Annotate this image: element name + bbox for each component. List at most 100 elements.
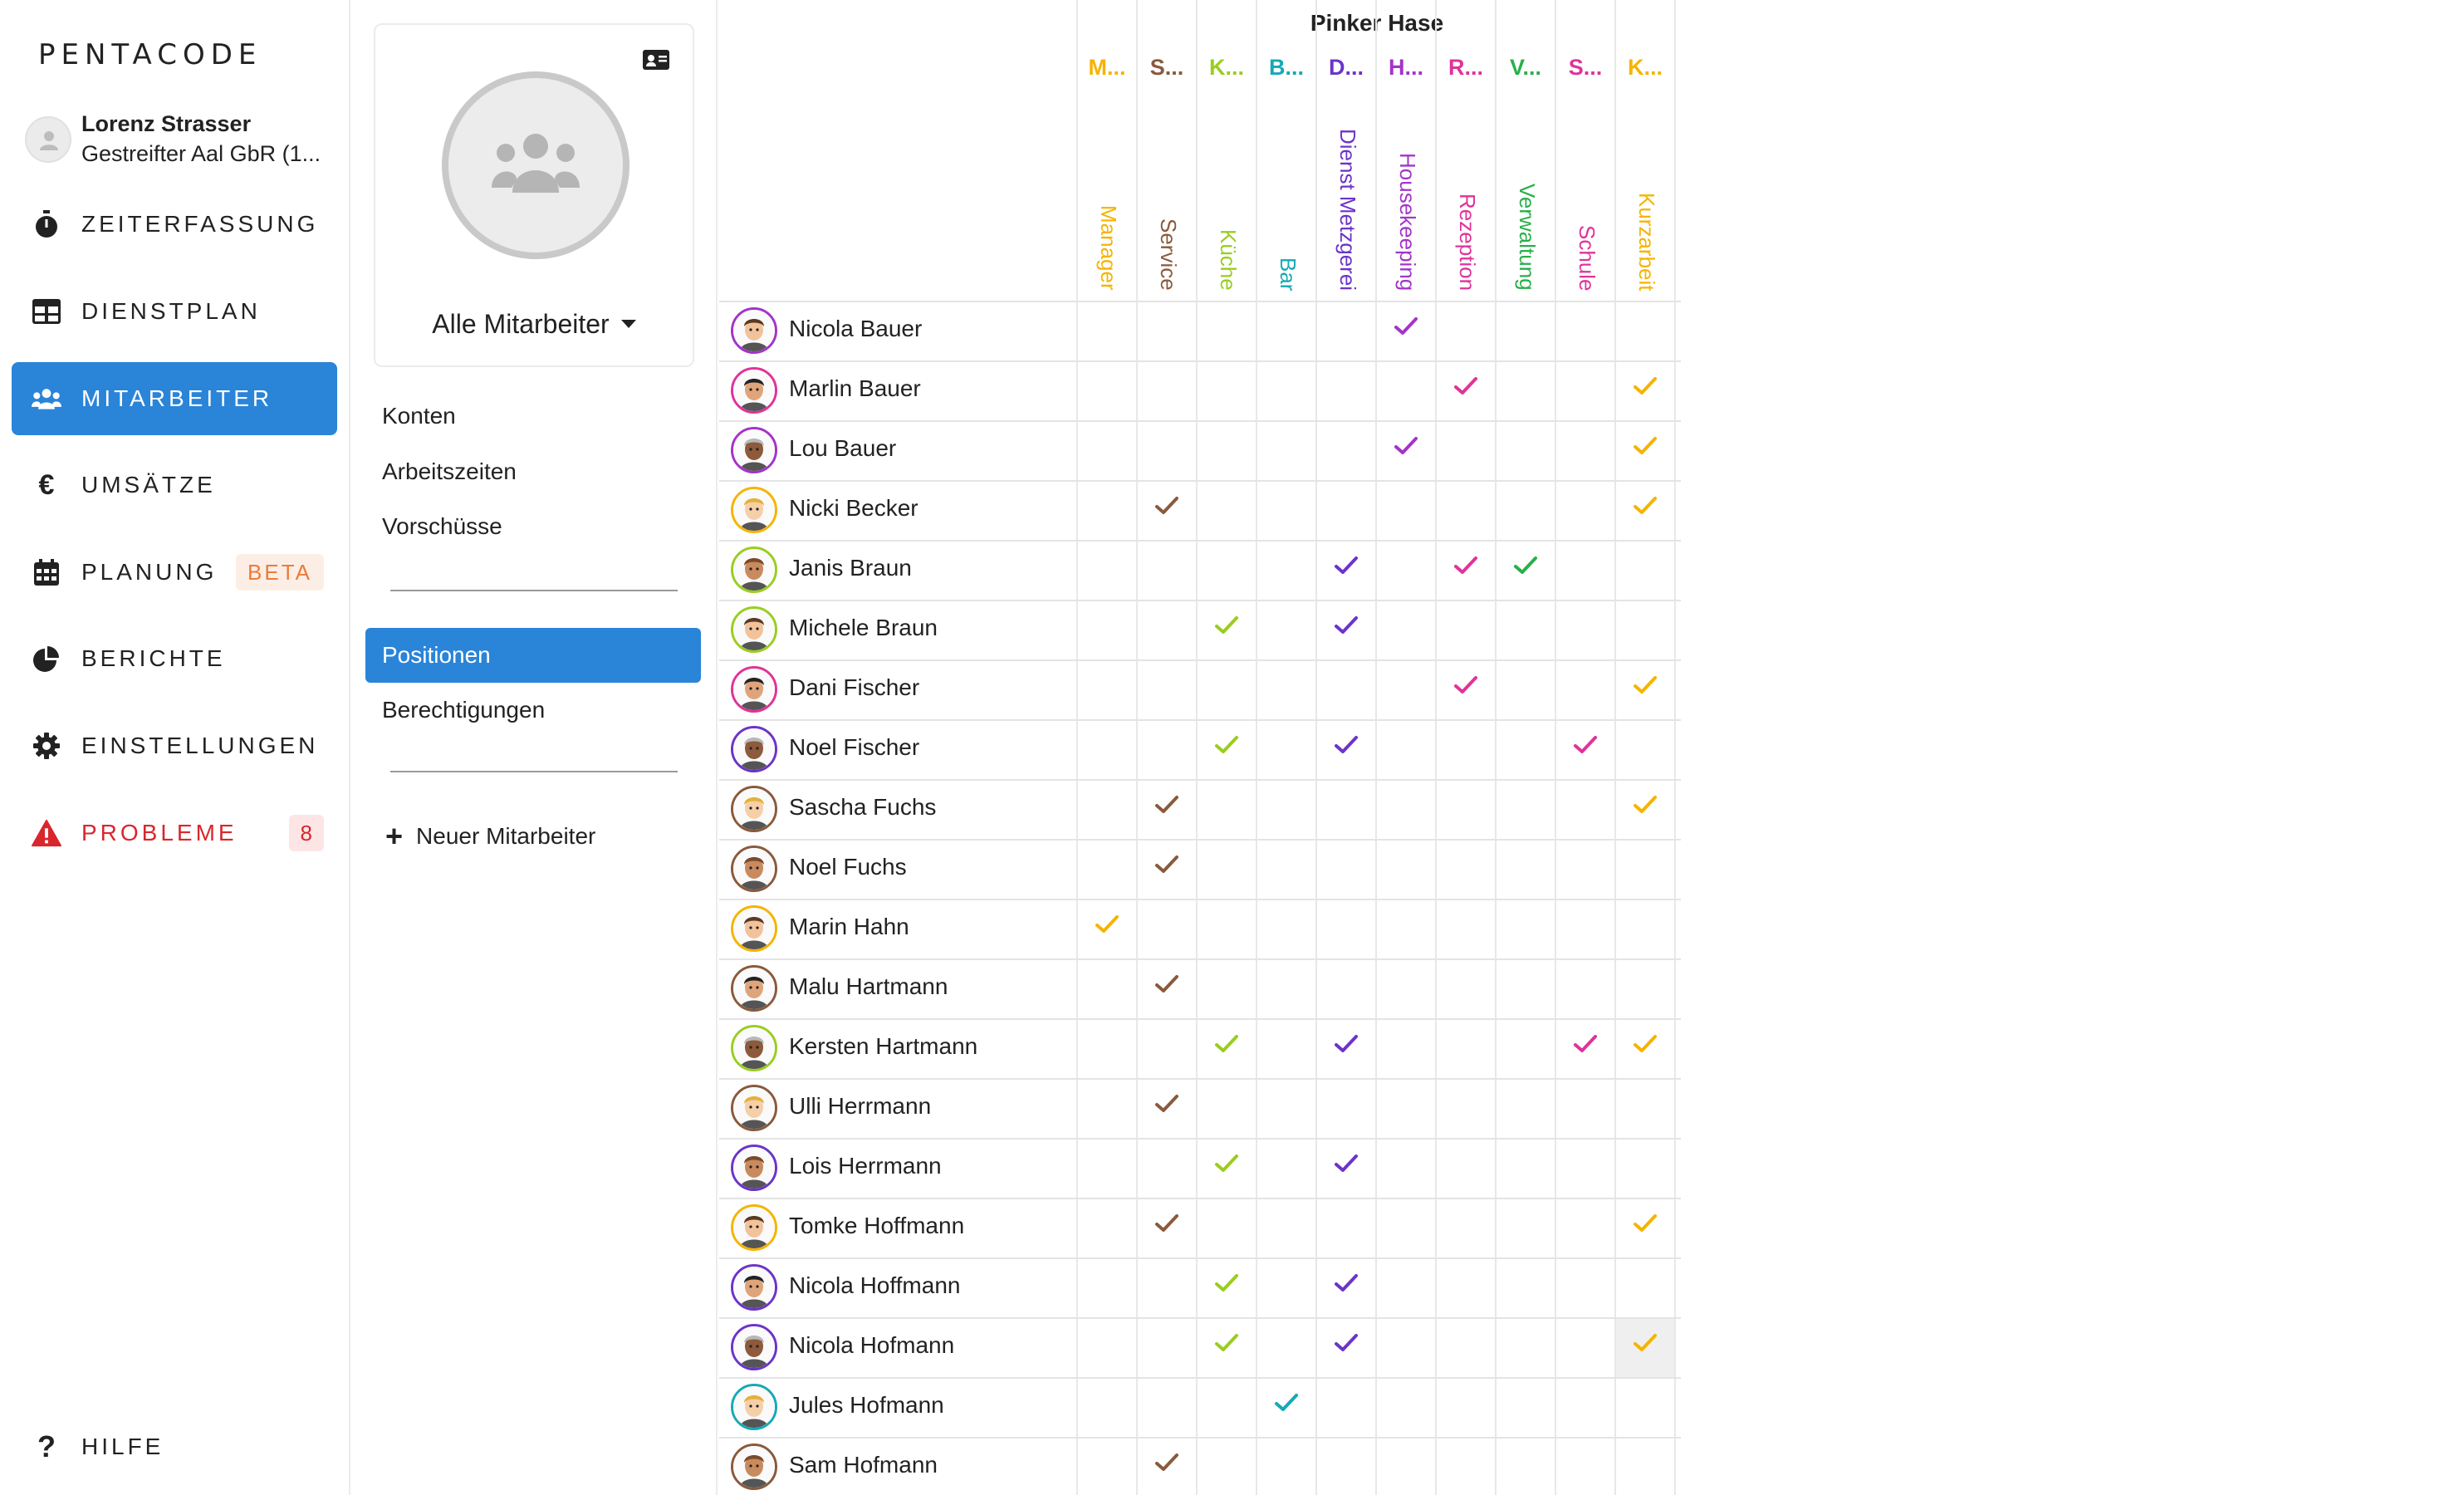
submenu-item-positionen[interactable]: Positionen bbox=[365, 628, 701, 683]
position-cell[interactable] bbox=[1555, 674, 1615, 704]
position-cell[interactable] bbox=[1615, 316, 1675, 346]
position-cell[interactable] bbox=[1615, 1213, 1675, 1243]
position-cell[interactable] bbox=[1436, 1272, 1496, 1302]
employee-avatar[interactable] bbox=[731, 965, 777, 1012]
position-cell[interactable] bbox=[1436, 1452, 1496, 1482]
position-cell[interactable] bbox=[1137, 734, 1197, 764]
position-cell[interactable] bbox=[1496, 1272, 1555, 1302]
position-cell[interactable] bbox=[1077, 495, 1137, 525]
position-cell[interactable] bbox=[1197, 1033, 1256, 1063]
position-cell[interactable] bbox=[1615, 914, 1675, 944]
employee-filter-dropdown[interactable]: Alle Mitarbeiter bbox=[375, 309, 693, 340]
position-cell[interactable] bbox=[1436, 854, 1496, 884]
position-header[interactable]: Bar bbox=[1256, 93, 1316, 291]
position-cell[interactable] bbox=[1496, 615, 1555, 645]
position-cell[interactable] bbox=[1376, 1392, 1436, 1422]
position-cell[interactable] bbox=[1555, 495, 1615, 525]
position-header[interactable]: Schule bbox=[1555, 93, 1615, 292]
position-cell[interactable] bbox=[1555, 1332, 1615, 1362]
position-header[interactable]: Service bbox=[1137, 93, 1197, 291]
position-cell[interactable] bbox=[1496, 1033, 1555, 1063]
position-cell[interactable] bbox=[1137, 1213, 1197, 1243]
nav-item-dienstplan[interactable]: Dienstplan bbox=[12, 275, 337, 348]
position-cell[interactable] bbox=[1615, 495, 1675, 525]
position-cell[interactable] bbox=[1555, 973, 1615, 1003]
position-cell[interactable] bbox=[1197, 1272, 1256, 1302]
position-cell[interactable] bbox=[1555, 794, 1615, 824]
position-cell[interactable] bbox=[1496, 674, 1555, 704]
position-cell[interactable] bbox=[1137, 674, 1197, 704]
position-cell[interactable] bbox=[1615, 1332, 1675, 1362]
position-cell[interactable] bbox=[1077, 674, 1137, 704]
position-cell[interactable] bbox=[1197, 495, 1256, 525]
position-cell[interactable] bbox=[1376, 734, 1436, 764]
position-cell[interactable] bbox=[1256, 316, 1316, 346]
employee-avatar[interactable] bbox=[731, 427, 777, 473]
position-cell[interactable] bbox=[1316, 1153, 1376, 1183]
employee-avatar[interactable] bbox=[731, 846, 777, 892]
position-cell[interactable] bbox=[1137, 1093, 1197, 1123]
id-card-icon[interactable] bbox=[643, 50, 669, 74]
position-cell[interactable] bbox=[1077, 1272, 1137, 1302]
position-cell[interactable] bbox=[1197, 555, 1256, 585]
employee-name[interactable]: Tomke Hoffmann bbox=[789, 1213, 964, 1239]
employee-name[interactable]: Lou Bauer bbox=[789, 435, 896, 462]
position-cell[interactable] bbox=[1316, 615, 1376, 645]
position-cell[interactable] bbox=[1256, 615, 1316, 645]
position-cell[interactable] bbox=[1077, 1213, 1137, 1243]
position-cell[interactable] bbox=[1256, 555, 1316, 585]
position-cell[interactable] bbox=[1555, 1213, 1615, 1243]
position-cell[interactable] bbox=[1376, 1213, 1436, 1243]
position-cell[interactable] bbox=[1615, 734, 1675, 764]
position-header[interactable]: Kurzarbeit bbox=[1615, 93, 1675, 292]
position-cell[interactable] bbox=[1496, 1332, 1555, 1362]
position-cell[interactable] bbox=[1316, 375, 1376, 405]
position-cell[interactable] bbox=[1137, 1332, 1197, 1362]
position-cell[interactable] bbox=[1077, 316, 1137, 346]
position-cell[interactable] bbox=[1197, 854, 1256, 884]
position-header-abbr[interactable]: S... bbox=[1137, 55, 1197, 81]
position-cell[interactable] bbox=[1376, 435, 1436, 465]
position-cell[interactable] bbox=[1077, 973, 1137, 1003]
position-cell[interactable] bbox=[1316, 1332, 1376, 1362]
position-cell[interactable] bbox=[1137, 854, 1197, 884]
position-cell[interactable] bbox=[1436, 973, 1496, 1003]
nav-item-mitarbeiter[interactable]: Mitarbeiter bbox=[12, 362, 337, 435]
position-cell[interactable] bbox=[1436, 674, 1496, 704]
employee-avatar[interactable] bbox=[731, 1204, 777, 1251]
position-cell[interactable] bbox=[1316, 734, 1376, 764]
position-cell[interactable] bbox=[1376, 914, 1436, 944]
position-cell[interactable] bbox=[1077, 435, 1137, 465]
employee-name[interactable]: Noel Fuchs bbox=[789, 854, 907, 880]
position-cell[interactable] bbox=[1555, 435, 1615, 465]
position-cell[interactable] bbox=[1256, 1153, 1316, 1183]
position-cell[interactable] bbox=[1615, 435, 1675, 465]
employee-name[interactable]: Marlin Bauer bbox=[789, 375, 921, 402]
position-cell[interactable] bbox=[1077, 1093, 1137, 1123]
position-cell[interactable] bbox=[1615, 1153, 1675, 1183]
position-cell[interactable] bbox=[1137, 316, 1197, 346]
position-cell[interactable] bbox=[1256, 1033, 1316, 1063]
position-header[interactable]: Dienst Metzgerei bbox=[1316, 93, 1376, 291]
position-cell[interactable] bbox=[1137, 615, 1197, 645]
nav-item-hilfe[interactable]: ? Hilfe bbox=[12, 1410, 337, 1483]
employee-name[interactable]: Michele Braun bbox=[789, 615, 938, 641]
nav-item-umsaetze[interactable]: € Umsätze bbox=[12, 448, 337, 522]
employee-name[interactable]: Malu Hartmann bbox=[789, 973, 948, 1000]
position-cell[interactable] bbox=[1436, 1392, 1496, 1422]
position-header-abbr[interactable]: M... bbox=[1077, 55, 1137, 81]
position-cell[interactable] bbox=[1197, 794, 1256, 824]
position-cell[interactable] bbox=[1555, 1033, 1615, 1063]
position-cell[interactable] bbox=[1615, 854, 1675, 884]
position-cell[interactable] bbox=[1436, 555, 1496, 585]
position-header-abbr[interactable]: R... bbox=[1436, 55, 1496, 81]
position-cell[interactable] bbox=[1197, 973, 1256, 1003]
position-cell[interactable] bbox=[1137, 1272, 1197, 1302]
position-cell[interactable] bbox=[1316, 435, 1376, 465]
position-cell[interactable] bbox=[1376, 1033, 1436, 1063]
position-cell[interactable] bbox=[1316, 1452, 1376, 1482]
position-cell[interactable] bbox=[1436, 734, 1496, 764]
position-cell[interactable] bbox=[1555, 1452, 1615, 1482]
position-header-abbr[interactable]: K... bbox=[1197, 55, 1256, 81]
position-cell[interactable] bbox=[1436, 1093, 1496, 1123]
